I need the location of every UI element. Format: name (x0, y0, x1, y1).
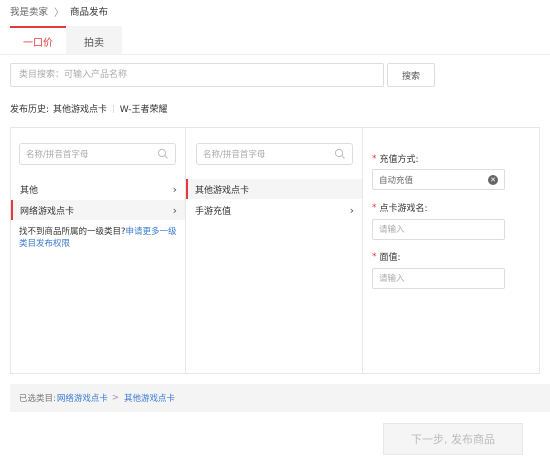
face-value-label-text: 面值: (379, 253, 401, 263)
category-search-input[interactable] (10, 63, 384, 87)
breadcrumb-separator-icon: 〉 (54, 7, 65, 19)
required-asterisk-icon: * (372, 153, 377, 164)
history-item[interactable]: W-王者荣耀 (120, 102, 168, 115)
breadcrumb-parent[interactable]: 我是卖家 (10, 4, 48, 18)
category-item-label: 网络游戏点卡 (20, 206, 75, 217)
game-name-label: * 点卡游戏名: (372, 201, 428, 215)
column2-search-input[interactable]: 名称/拼音首字母 (196, 143, 353, 165)
category-item-mobile-topup[interactable]: 手游充值 › (186, 200, 362, 220)
column-divider (185, 127, 186, 374)
category-item-label: 其他 (20, 185, 39, 196)
column2-search-placeholder: 名称/拼音首字母 (203, 150, 266, 160)
history-item[interactable]: 其他游戏点卡 (53, 102, 107, 115)
required-asterisk-icon: * (372, 202, 377, 213)
category-item-other-game-card[interactable]: 其他游戏点卡 (186, 179, 362, 199)
recharge-method-value: 自动充值 (379, 175, 414, 186)
history-label: 发布历史: (10, 104, 50, 115)
pricing-tabs: 一口价 拍卖 (10, 26, 122, 54)
required-asterisk-icon: * (372, 251, 377, 262)
column-divider (362, 127, 363, 374)
column1-search-placeholder: 名称/拼音首字母 (26, 150, 89, 160)
path-arrow-icon: > (111, 393, 120, 403)
tab-fixed-price[interactable]: 一口价 (10, 26, 66, 54)
search-icon (157, 148, 168, 159)
publish-history: 发布历史: 其他游戏点卡 | W-王者荣耀 (10, 101, 168, 115)
column1-search-input[interactable]: 名称/拼音首字母 (19, 143, 176, 165)
tabs-divider (0, 54, 550, 55)
game-name-label-text: 点卡游戏名: (379, 204, 428, 214)
breadcrumb-current: 商品发布 (70, 7, 109, 18)
recharge-method-select[interactable]: 自动充值 ✕ (372, 169, 505, 190)
category-item-other[interactable]: 其他 › (11, 179, 185, 199)
tab-auction[interactable]: 拍卖 (66, 26, 122, 54)
selected-category-bar: 已选类目: 网络游戏点卡 > 其他游戏点卡 (10, 384, 550, 412)
chevron-right-icon: › (172, 182, 177, 196)
category-item-online-game-card[interactable]: 网络游戏点卡 › (11, 200, 185, 220)
breadcrumb: 我是卖家 〉 商品发布 (10, 4, 109, 19)
recharge-method-label-text: 充值方式: (379, 155, 419, 165)
game-name-input[interactable] (372, 219, 505, 240)
selected-category-path-item: 网络游戏点卡 (56, 394, 108, 404)
chevron-right-icon: › (349, 203, 354, 217)
chevron-right-icon: › (172, 203, 177, 217)
selected-category-path-item: 其他游戏点卡 (124, 394, 176, 404)
category-not-found-hint: 找不到商品所属的一级类目?申请更多一级类目发布权限 (19, 226, 179, 250)
search-icon (334, 148, 345, 159)
search-button[interactable]: 搜索 (387, 63, 435, 87)
category-item-label: 手游充值 (195, 206, 232, 217)
not-found-text: 找不到商品所属的一级类目? (19, 227, 126, 237)
face-value-input[interactable] (372, 268, 505, 289)
clear-icon[interactable]: ✕ (488, 174, 498, 185)
next-publish-button[interactable]: 下一步, 发布商品 (383, 423, 523, 455)
category-item-label: 其他游戏点卡 (195, 185, 250, 196)
recharge-method-label: * 充值方式: (372, 152, 419, 166)
history-separator: | (112, 103, 115, 113)
face-value-label: * 面值: (372, 250, 401, 264)
selected-category-label: 已选类目: (19, 394, 56, 404)
